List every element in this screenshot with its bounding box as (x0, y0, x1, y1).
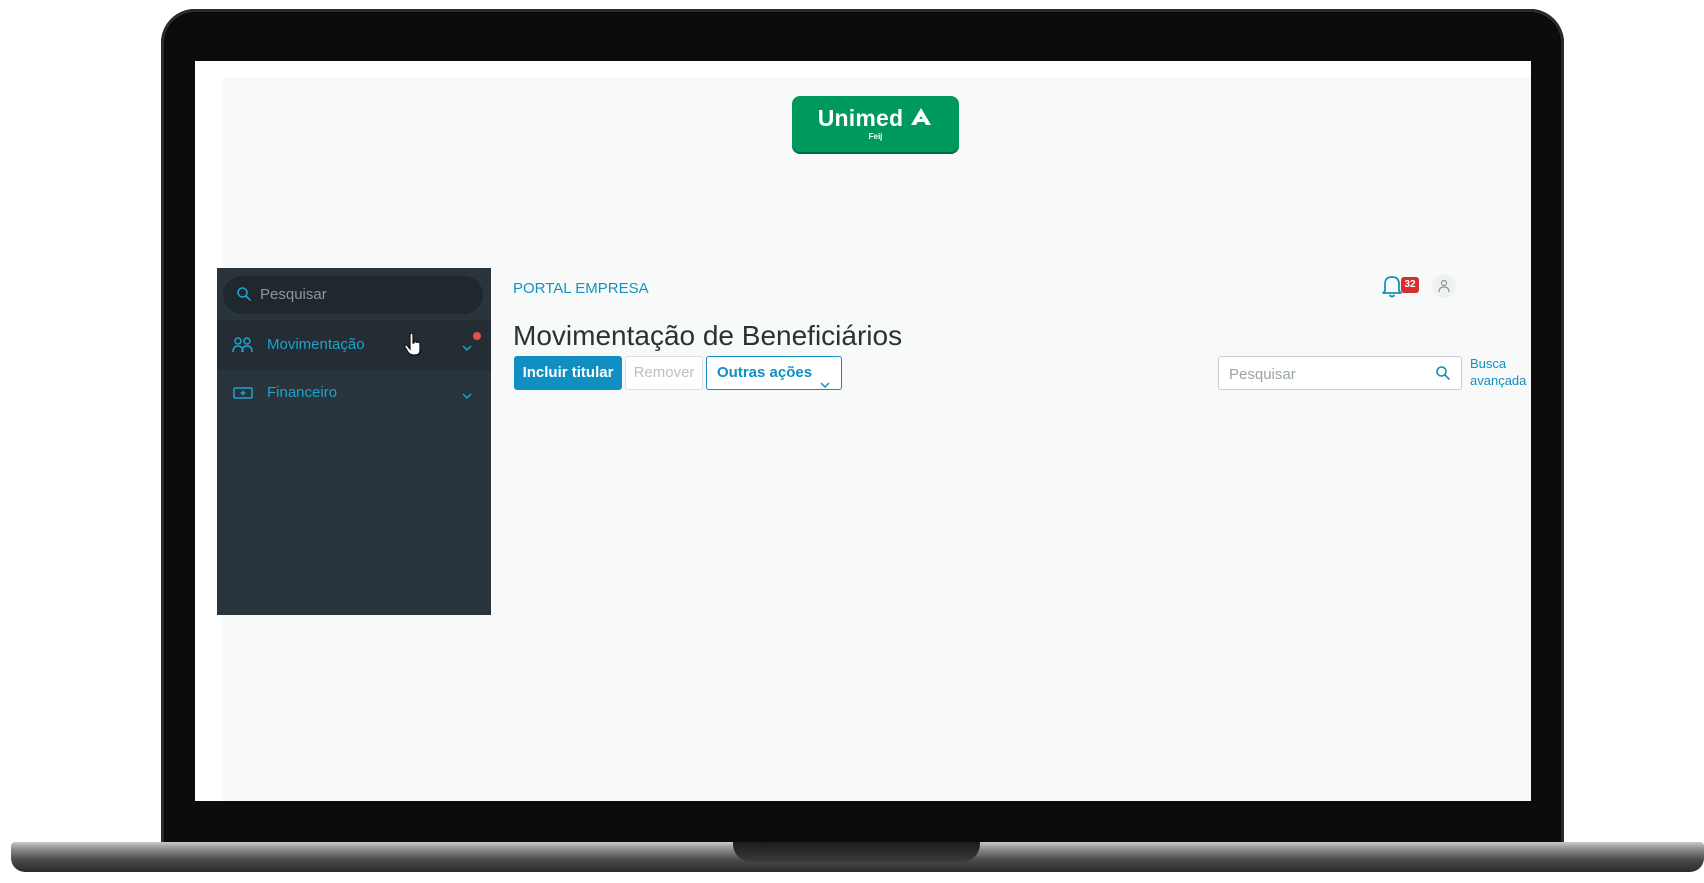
unimed-mark-icon (909, 105, 933, 133)
unimed-logo: Unimed Feij (792, 96, 959, 152)
hand-cursor-icon (403, 332, 423, 357)
more-actions-label: Outras ações (717, 364, 813, 381)
chevron-down-icon[interactable] (461, 340, 473, 352)
sidebar-search-input[interactable]: Pesquisar (223, 276, 483, 314)
avatar[interactable] (1432, 274, 1456, 298)
users-icon (232, 336, 254, 354)
more-actions-button[interactable]: Outras ações (706, 356, 842, 390)
include-holder-button[interactable]: Incluir titular (514, 356, 622, 390)
notification-badge: 32 (1401, 277, 1419, 293)
notification-dot (473, 332, 481, 340)
app-window: Unimed Feij Pesquisar Movimentação Finan… (217, 77, 1531, 801)
advanced-search-line1: Busca (1470, 356, 1507, 371)
search-input[interactable] (1227, 363, 1421, 385)
user-icon (1438, 279, 1450, 293)
search-icon (236, 286, 252, 302)
sidebar-item-label: Financeiro (267, 384, 338, 401)
advanced-search-link[interactable]: Busca avançada (1470, 355, 1531, 389)
laptop-notch (733, 842, 980, 862)
chevron-down-icon (819, 370, 831, 402)
breadcrumb[interactable]: PORTAL EMPRESA (513, 280, 649, 297)
money-icon (232, 384, 254, 402)
bell-icon[interactable] (1381, 274, 1403, 298)
logo-subtitle: Feij (868, 132, 883, 141)
page-title: Movimentação de Beneficiários (513, 320, 903, 351)
advanced-search-line2: avançada (1470, 373, 1527, 388)
search-icon[interactable] (1435, 365, 1451, 386)
sidebar-item-label: Movimentação (267, 336, 365, 353)
sidebar: Pesquisar Movimentação Financeiro (217, 268, 491, 615)
laptop-screen: Unimed Feij Pesquisar Movimentação Finan… (195, 61, 1531, 801)
sidebar-search-placeholder: Pesquisar (260, 286, 327, 303)
search-field (1218, 356, 1462, 390)
chevron-down-icon[interactable] (461, 388, 473, 400)
logo-name: Unimed (817, 105, 904, 131)
sidebar-item-movimentacao[interactable]: Movimentação (217, 320, 491, 370)
sidebar-item-financeiro[interactable]: Financeiro (217, 368, 491, 418)
remove-button[interactable]: Remover (625, 356, 703, 390)
